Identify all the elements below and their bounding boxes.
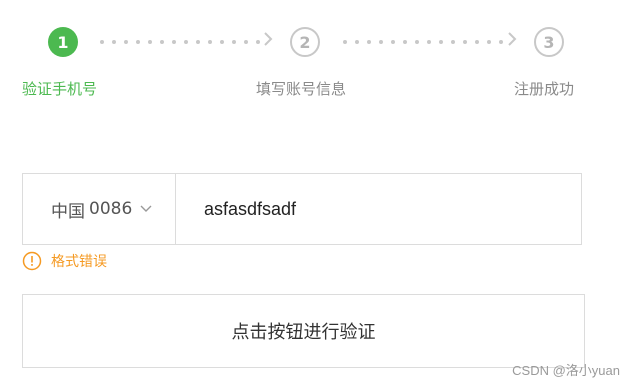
step-3-number: 3 [543, 32, 555, 52]
phone-input-group: 中国 0086 [22, 173, 582, 245]
step-2-label: 填写账号信息 [256, 80, 347, 98]
warning-circle-icon [22, 251, 42, 271]
step-3-circle: 3 [534, 27, 564, 57]
verify-button-label: 点击按钮进行验证 [231, 322, 376, 343]
format-error-message: 格式错误 [22, 251, 107, 271]
country-name: 中国 [51, 201, 85, 222]
country-code: 0086 [89, 199, 133, 219]
step-connector-1 [100, 40, 268, 44]
step-1-circle: 1 [48, 27, 78, 57]
step-1-number: 1 [57, 32, 69, 52]
step-2-circle: 2 [290, 27, 320, 57]
verify-button[interactable]: 点击按钮进行验证 [22, 294, 585, 368]
step-1-label: 验证手机号 [22, 80, 98, 98]
phone-number-input[interactable] [176, 174, 581, 244]
step-3-label: 注册成功 [514, 80, 575, 98]
chevron-down-icon [140, 205, 152, 213]
country-code-select[interactable]: 中国 0086 [23, 174, 176, 244]
chevron-right-icon [263, 31, 273, 51]
chevron-right-icon [507, 31, 517, 51]
error-text: 格式错误 [51, 254, 107, 270]
watermark: CSDN @洛小yuan [512, 363, 620, 378]
step-connector-2 [343, 40, 511, 44]
step-2-number: 2 [299, 32, 311, 52]
